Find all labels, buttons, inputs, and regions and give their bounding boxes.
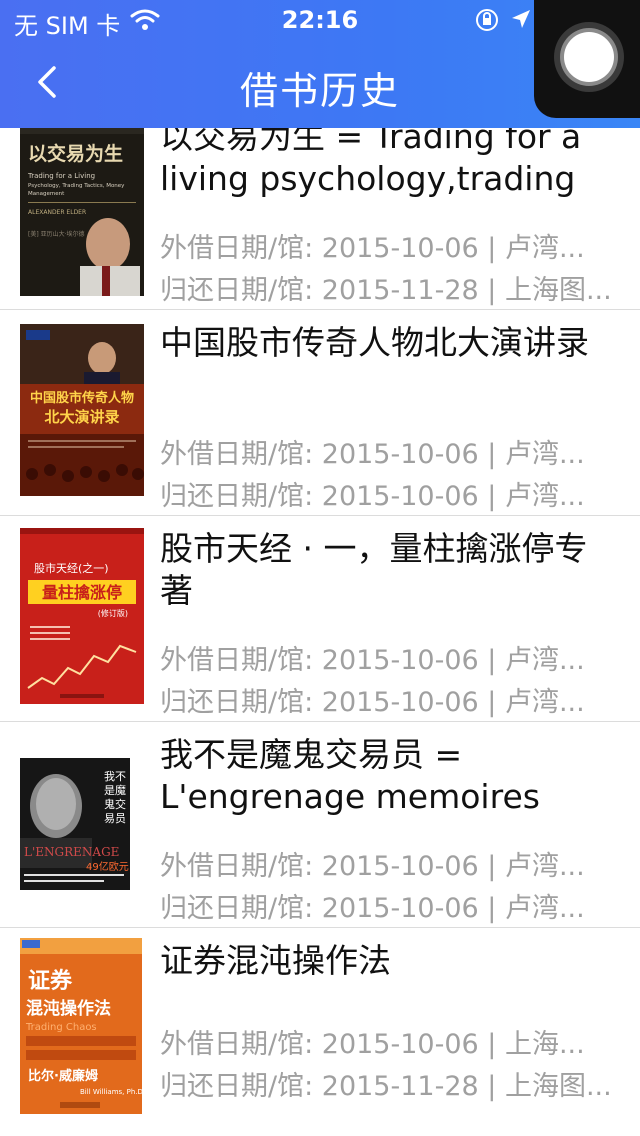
book-title: 证券混沌操作法 [160,941,391,980]
book-cover: 以交易为生 Trading for a Living Psychology, T… [20,124,144,296]
book-title: 股市天经 · 一，量柱擒涨停专著 [160,529,588,610]
return-date: 归还日期/馆: 2015-11-28 | 上海图... [160,275,612,306]
book-cover: 股市天经(之一) 量柱擒涨停 (修订版) [20,528,144,704]
book-cover: 我不 是魔 鬼交 易员 L'ENGRENAGE 49亿欧元 [20,758,144,927]
svg-text:Trading Chaos: Trading Chaos [25,1022,97,1033]
svg-text:Psychology, Trading Tactics, M: Psychology, Trading Tactics, Money [28,183,125,189]
list-item[interactable]: 股市天经(之一) 量柱擒涨停 (修订版) 股市天经 · 一，量柱擒涨停专著 外借… [0,516,640,722]
svg-text:证券: 证券 [28,968,73,994]
cover-title: 以交易为生 [28,142,123,165]
svg-text:易员: 易员 [104,812,126,825]
svg-text:ALEXANDER ELDER: ALEXANDER ELDER [28,209,86,216]
svg-text:49亿欧元: 49亿欧元 [86,860,129,873]
svg-text:中国股市传奇人物: 中国股市传奇人物 [30,390,134,406]
svg-text:是魔: 是魔 [104,783,126,797]
list-item[interactable]: 我不 是魔 鬼交 易员 L'ENGRENAGE 49亿欧元 我不是魔鬼交易员 =… [0,722,640,928]
assistive-touch-button[interactable] [534,0,640,118]
svg-text:北大演讲录: 北大演讲录 [44,408,119,426]
list-item[interactable]: 中国股市传奇人物 北大演讲录 中国股市传奇人物北大演讲录 外借日期/馆: 201… [0,310,640,516]
svg-text:混沌操作法: 混沌操作法 [26,998,111,1019]
borrow-history-list[interactable]: 以交易为生 Trading for a Living Psychology, T… [0,0,640,1136]
svg-text:(修订版): (修订版) [98,608,128,618]
book-title: 我不是魔鬼交易员 = L'engrenage memoires d'u... [160,735,540,816]
svg-text:鬼交: 鬼交 [104,797,126,811]
book-title: 以交易为生 = Trading for a living psychology,… [160,117,582,198]
book-title: 中国股市传奇人物北大演讲录 [160,323,589,362]
return-date: 归还日期/馆: 2015-10-06 | 卢湾... [160,481,585,512]
return-date: 归还日期/馆: 2015-11-28 | 上海图... [160,1071,612,1102]
rotation-lock-icon [474,7,500,37]
svg-text:比尔·威廉姆: 比尔·威廉姆 [28,1068,98,1084]
borrow-date: 外借日期/馆: 2015-10-06 | 卢湾... [160,439,585,470]
svg-text:Bill Williams, Ph.D.: Bill Williams, Ph.D. [80,1088,142,1096]
borrow-date: 外借日期/馆: 2015-10-06 | 卢湾... [160,233,585,264]
book-cover: 中国股市传奇人物 北大演讲录 [20,324,144,496]
svg-text:股市天经(之一): 股市天经(之一) [34,561,109,575]
borrow-date: 外借日期/馆: 2015-10-06 | 上海... [160,1029,585,1060]
borrow-date: 外借日期/馆: 2015-10-06 | 卢湾... [160,645,585,676]
svg-text:量柱擒涨停: 量柱擒涨停 [42,583,122,602]
list-item[interactable]: 以交易为生 Trading for a Living Psychology, T… [0,104,640,310]
svg-text:L'ENGRENAGE: L'ENGRENAGE [24,845,119,859]
svg-text:[美] 亚历山大·埃尔德: [美] 亚历山大·埃尔德 [28,230,85,238]
svg-text:Management: Management [28,191,65,197]
book-cover: 证券 混沌操作法 Trading Chaos 比尔·威廉姆 Bill Willi… [20,938,145,1114]
return-date: 归还日期/馆: 2015-10-06 | 卢湾... [160,893,585,924]
svg-text:我不: 我不 [104,770,126,783]
list-item[interactable]: 证券 混沌操作法 Trading Chaos 比尔·威廉姆 Bill Willi… [0,928,640,1136]
borrow-date: 外借日期/馆: 2015-10-06 | 卢湾... [160,851,585,882]
return-date: 归还日期/馆: 2015-10-06 | 卢湾... [160,687,585,718]
svg-text:Trading for a Living: Trading for a Living [27,172,95,180]
location-icon [510,8,532,34]
